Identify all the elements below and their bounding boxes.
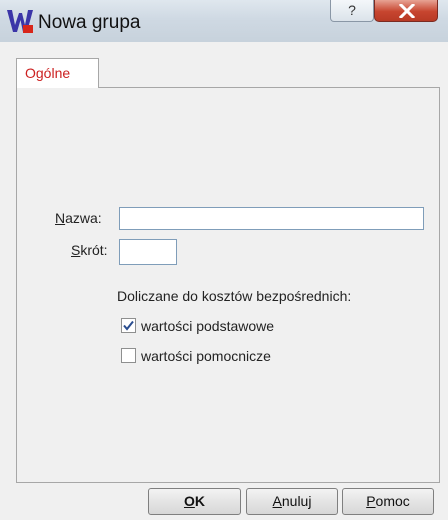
short-label: Skrót: — [71, 242, 108, 258]
ok-button[interactable]: OK — [148, 488, 241, 515]
app-logo-icon — [7, 10, 33, 33]
window-title: Nowa grupa — [38, 12, 141, 33]
checkbox-auxiliary-values[interactable] — [121, 348, 136, 363]
auxiliary-values-label: wartości pomocnicze — [141, 348, 271, 364]
tab-ogolne[interactable]: Ogólne — [16, 58, 99, 88]
tab-panel-ogolne: Nazwa: Skrót: Doliczane do kosztów bezpo… — [16, 87, 440, 483]
tab-label: Ogólne — [25, 65, 71, 81]
dialog-window: Nowa grupa ? Ogólne Nazwa: Skrót: Dolicz… — [0, 0, 448, 520]
short-input[interactable] — [119, 239, 177, 265]
title-bar[interactable]: Nowa grupa ? — [0, 0, 448, 42]
checkbox-basic-values[interactable] — [121, 318, 136, 333]
help-title-button[interactable]: ? — [330, 0, 374, 22]
name-label: Nazwa: — [55, 210, 102, 226]
close-icon — [399, 4, 415, 18]
button-bar: OK Anuluj Pomoc — [8, 483, 440, 520]
costs-group-label: Doliczane do kosztów bezpośrednich: — [117, 288, 352, 304]
help-button[interactable]: Pomoc — [342, 488, 434, 515]
cancel-button[interactable]: Anuluj — [246, 488, 338, 515]
question-mark-icon: ? — [348, 2, 356, 18]
checkmark-icon — [123, 320, 134, 331]
close-button[interactable] — [374, 0, 438, 22]
basic-values-label: wartości podstawowe — [141, 318, 275, 334]
name-input[interactable] — [119, 207, 424, 230]
dialog-client-area: Ogólne Nazwa: Skrót: Doliczane do kosztó… — [8, 42, 440, 520]
